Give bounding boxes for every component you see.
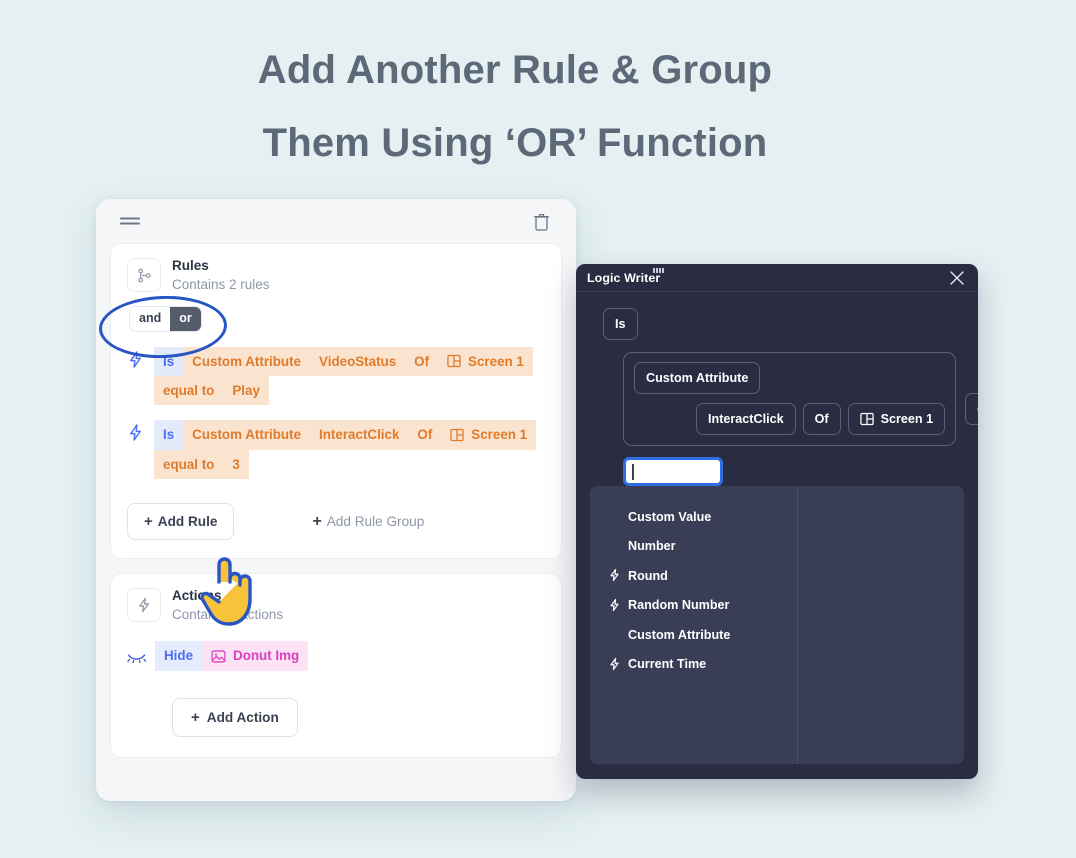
drag-handle-icon[interactable] xyxy=(120,214,142,228)
rule-attribute-chip[interactable]: VideoStatus xyxy=(310,346,406,376)
suggestion-label: Current Time xyxy=(628,657,707,672)
rule-target-label: Screen 1 xyxy=(471,427,528,443)
logic-writer-body: Is Custom Attribute InteractClick Of Scr… xyxy=(576,292,978,486)
rule-target-label: Screen 1 xyxy=(468,353,524,369)
page-title-line-2: Them Using ‘OR’ Function xyxy=(262,120,768,165)
suggestion-item[interactable]: Custom Value xyxy=(590,502,797,532)
screen-layout-icon xyxy=(859,412,874,426)
suggestion-label: Random Number xyxy=(628,598,730,613)
action-row[interactable]: Hide Donut Img xyxy=(127,641,545,671)
suggestions-column: Custom Value Number Round Random Number … xyxy=(590,486,798,764)
grip-dots-icon[interactable] xyxy=(653,268,664,273)
rule-value-chip[interactable]: Play xyxy=(223,376,269,406)
rules-card-subtitle: Contains 2 rules xyxy=(172,276,270,292)
add-action-button[interactable]: + Add Action xyxy=(172,697,298,737)
suggestion-label: Round xyxy=(628,568,668,583)
suggestions-dropdown: Custom Value Number Round Random Number … xyxy=(590,486,964,764)
rule-source-type-chip[interactable]: Custom Attribute xyxy=(183,420,311,450)
rules-card: Rules Contains 2 rules and or Is Custom … xyxy=(110,243,562,560)
rule-value-chip[interactable]: 3 xyxy=(223,449,249,480)
rule-of-label: Of xyxy=(405,346,439,376)
add-action-label: Add Action xyxy=(206,709,279,725)
hand-cursor-icon xyxy=(196,552,258,630)
logic-writer-panel: Logic Writer Is Custom Attribute Interac… xyxy=(576,264,978,779)
suggestion-item[interactable]: Current Time xyxy=(590,650,797,680)
add-rule-label: Add Rule xyxy=(157,514,218,530)
trash-icon[interactable] xyxy=(533,212,550,231)
rule-row[interactable]: Is Custom Attribute VideoStatus Of Scree… xyxy=(127,346,545,406)
rule-row[interactable]: Is Custom Attribute InteractClick Of Scr… xyxy=(127,420,545,480)
builder-topbar xyxy=(96,199,576,243)
lightning-icon xyxy=(127,423,145,443)
rule-comparator-chip[interactable]: equal to xyxy=(154,449,224,480)
value-input[interactable] xyxy=(623,457,723,486)
rule-comparator-chip[interactable]: equal to xyxy=(154,376,224,406)
close-icon[interactable] xyxy=(949,270,965,286)
toggle-option-and[interactable]: and xyxy=(130,307,171,331)
actions-card: Actions Contains 1 actions Hide xyxy=(110,573,562,758)
action-verb-chip[interactable]: Hide xyxy=(155,641,203,671)
suggestion-item[interactable]: Custom Attribute xyxy=(590,620,797,650)
toggle-option-or[interactable]: or xyxy=(170,307,201,331)
action-target-label: Donut Img xyxy=(233,648,300,664)
suggestion-label: Custom Attribute xyxy=(628,627,731,642)
suggestion-item[interactable]: Number xyxy=(590,532,797,562)
add-rule-group-label: Add Rule Group xyxy=(326,514,425,530)
expression-target-label: Screen 1 xyxy=(880,412,934,426)
suggestions-preview-pane xyxy=(798,486,964,764)
lightning-icon xyxy=(608,598,622,613)
plus-icon: + xyxy=(312,512,322,530)
panel-pointer-arrow xyxy=(576,448,577,470)
expression-operator-pill[interactable]: Is xyxy=(603,308,638,340)
expression-comparator-pill[interactable]: equal to xyxy=(965,393,978,425)
suggestion-label: Custom Value xyxy=(628,509,712,524)
screen-layout-icon xyxy=(450,428,464,442)
lightning-icon xyxy=(608,657,622,672)
image-icon xyxy=(211,649,226,664)
rules-card-title: Rules xyxy=(172,258,209,273)
screen-layout-icon xyxy=(447,354,461,368)
page-title: Add Another Rule & Group Them Using ‘OR’… xyxy=(0,34,1030,180)
suggestion-item[interactable]: Random Number xyxy=(590,591,797,621)
expression-target-pill[interactable]: Screen 1 xyxy=(847,403,946,435)
rules-branch-icon xyxy=(127,258,161,292)
rules-card-header: Rules Contains 2 rules xyxy=(127,258,545,294)
lightning-icon xyxy=(127,350,145,370)
action-target-chip[interactable]: Donut Img xyxy=(202,641,309,671)
plus-icon: + xyxy=(144,513,153,531)
expression-of-pill: Of xyxy=(802,403,841,435)
suggestion-label: Number xyxy=(628,539,676,554)
expression-group-row: InteractClick Of Screen 1 xyxy=(696,403,946,435)
eye-off-icon xyxy=(127,649,147,664)
rules-actions-row: + Add Rule + Add Rule Group xyxy=(127,503,545,541)
page-title-line-1: Add Another Rule & Group xyxy=(257,48,773,92)
rule-builder-panel: Rules Contains 2 rules and or Is Custom … xyxy=(96,199,576,801)
rule-target-chip[interactable]: Screen 1 xyxy=(441,420,537,450)
suggestion-item[interactable]: Round xyxy=(590,561,797,591)
expression-attribute-pill[interactable]: InteractClick xyxy=(696,403,796,435)
and-or-toggle[interactable]: and or xyxy=(129,306,202,332)
rule-operator-chip[interactable]: Is xyxy=(154,346,184,376)
text-caret xyxy=(632,463,634,480)
logic-writer-titlebar: Logic Writer xyxy=(576,264,978,292)
rule-target-chip[interactable]: Screen 1 xyxy=(438,346,533,376)
rule-source-type-chip[interactable]: Custom Attribute xyxy=(183,346,311,376)
expression-source-type-pill[interactable]: Custom Attribute xyxy=(634,362,761,394)
add-rule-button[interactable]: + Add Rule xyxy=(127,503,235,541)
rule-operator-chip[interactable]: Is xyxy=(154,420,184,450)
expression-group: Custom Attribute InteractClick Of Screen… xyxy=(590,340,978,446)
rule-of-label: Of xyxy=(408,420,442,450)
add-rule-group-button[interactable]: + Add Rule Group xyxy=(296,504,440,540)
logic-writer-title: Logic Writer xyxy=(587,270,661,285)
expression-group-box: Custom Attribute InteractClick Of Screen… xyxy=(623,352,957,446)
rule-attribute-chip[interactable]: InteractClick xyxy=(310,420,409,450)
actions-card-header: Actions Contains 1 actions xyxy=(127,588,545,624)
lightning-icon xyxy=(127,588,161,623)
lightning-icon xyxy=(608,568,622,583)
plus-icon: + xyxy=(191,708,200,726)
